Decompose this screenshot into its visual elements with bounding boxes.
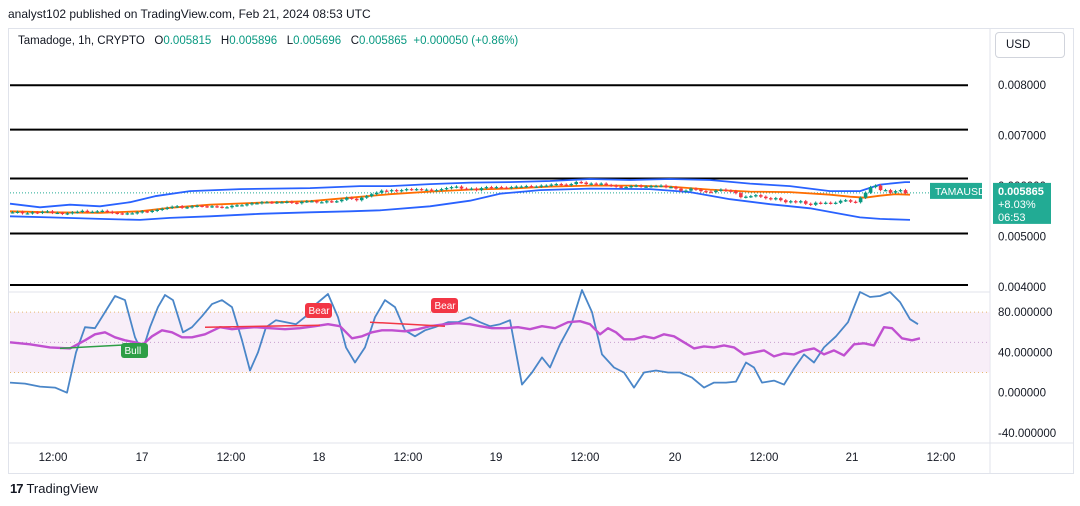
legend-open: 0.005815: [163, 35, 212, 47]
tradingview-footer: 17 TradingView: [10, 481, 98, 496]
currency-button[interactable]: USD: [995, 32, 1065, 58]
legend-high-label: H: [220, 35, 230, 47]
legend-open-label: O: [154, 35, 164, 47]
tradingview-logo-icon: 17: [10, 481, 24, 496]
symbol-legend: Tamadoge, 1h, CRYPTO O0.005815 H0.005896…: [18, 35, 518, 47]
legend-symbol: Tamadoge, 1h, CRYPTO: [18, 35, 145, 47]
legend-low: 0.005696: [293, 35, 342, 47]
legend-high: 0.005896: [229, 35, 278, 47]
legend-change: +0.000050 (+0.86%): [413, 35, 519, 47]
tradingview-brand[interactable]: TradingView: [26, 481, 98, 496]
legend-close: 0.005865: [359, 35, 408, 47]
legend-close-label: C: [350, 35, 360, 47]
chart-frame: [8, 28, 1074, 474]
publisher-line: analyst102 published on TradingView.com,…: [8, 7, 371, 21]
